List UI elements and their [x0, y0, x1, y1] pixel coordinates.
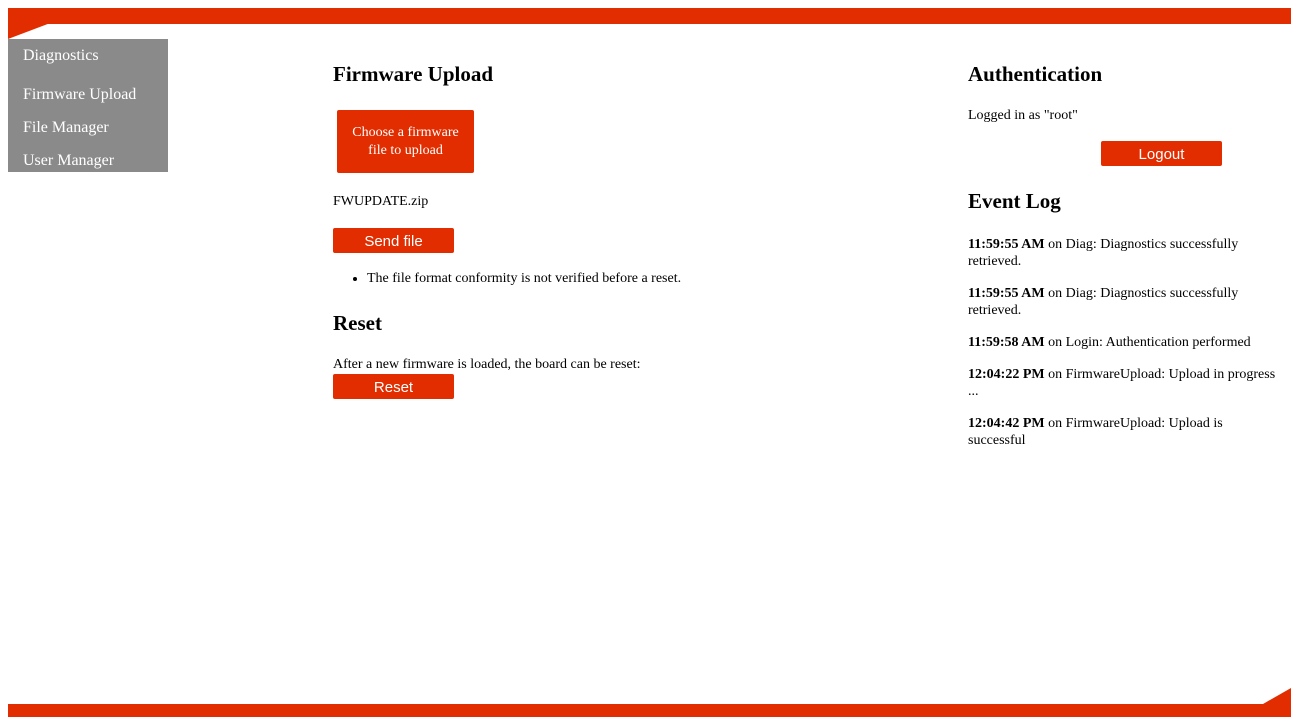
event-log-entry: 12:04:22 PM on FirmwareUpload: Upload in…: [968, 366, 1283, 400]
selected-file-name: FWUPDATE.zip: [333, 194, 429, 209]
choose-firmware-file-label: Choose a firmware file to upload: [352, 124, 459, 158]
event-time: 12:04:42 PM: [968, 416, 1045, 431]
sidebar-nav: Diagnostics Firmware Upload File Manager…: [8, 39, 168, 172]
nav-item-user-manager[interactable]: User Manager: [8, 144, 168, 177]
logout-button[interactable]: Logout: [1101, 141, 1222, 166]
header-wedge: [8, 22, 53, 39]
footer-wedge: [1263, 688, 1291, 704]
upload-note-item: The file format conformity is not verifi…: [367, 271, 681, 287]
event-log-list: 11:59:55 AM on Diag: Diagnostics success…: [968, 236, 1283, 464]
event-message: on Login: Authentication performed: [1044, 335, 1251, 350]
header-band: [8, 8, 1291, 24]
nav-item-firmware-upload[interactable]: Firmware Upload: [8, 78, 168, 111]
send-file-button[interactable]: Send file: [333, 228, 454, 253]
event-time: 12:04:22 PM: [968, 367, 1045, 382]
login-status: Logged in as "root": [968, 108, 1078, 123]
footer-band: [8, 704, 1291, 717]
upload-notes: The file format conformity is not verifi…: [333, 271, 681, 287]
nav-item-file-manager[interactable]: File Manager: [8, 111, 168, 144]
nav-item-diagnostics[interactable]: Diagnostics: [8, 45, 168, 78]
reset-description: After a new firmware is loaded, the boar…: [333, 357, 641, 372]
event-time: 11:59:55 AM: [968, 286, 1045, 301]
event-time: 11:59:55 AM: [968, 237, 1045, 252]
event-log-title: Event Log: [968, 189, 1061, 213]
authentication-title: Authentication: [968, 62, 1103, 86]
event-log-entry: 11:59:58 AM on Login: Authentication per…: [968, 334, 1283, 351]
firmware-upload-title: Firmware Upload: [333, 62, 494, 86]
event-log-entry: 11:59:55 AM on Diag: Diagnostics success…: [968, 285, 1283, 319]
reset-button[interactable]: Reset: [333, 374, 454, 399]
event-time: 11:59:58 AM: [968, 335, 1045, 350]
choose-firmware-file-button[interactable]: Choose a firmware file to upload: [337, 110, 474, 173]
reset-title: Reset: [333, 311, 382, 335]
event-log-entry: 12:04:42 PM on FirmwareUpload: Upload is…: [968, 415, 1283, 449]
event-log-entry: 11:59:55 AM on Diag: Diagnostics success…: [968, 236, 1283, 270]
